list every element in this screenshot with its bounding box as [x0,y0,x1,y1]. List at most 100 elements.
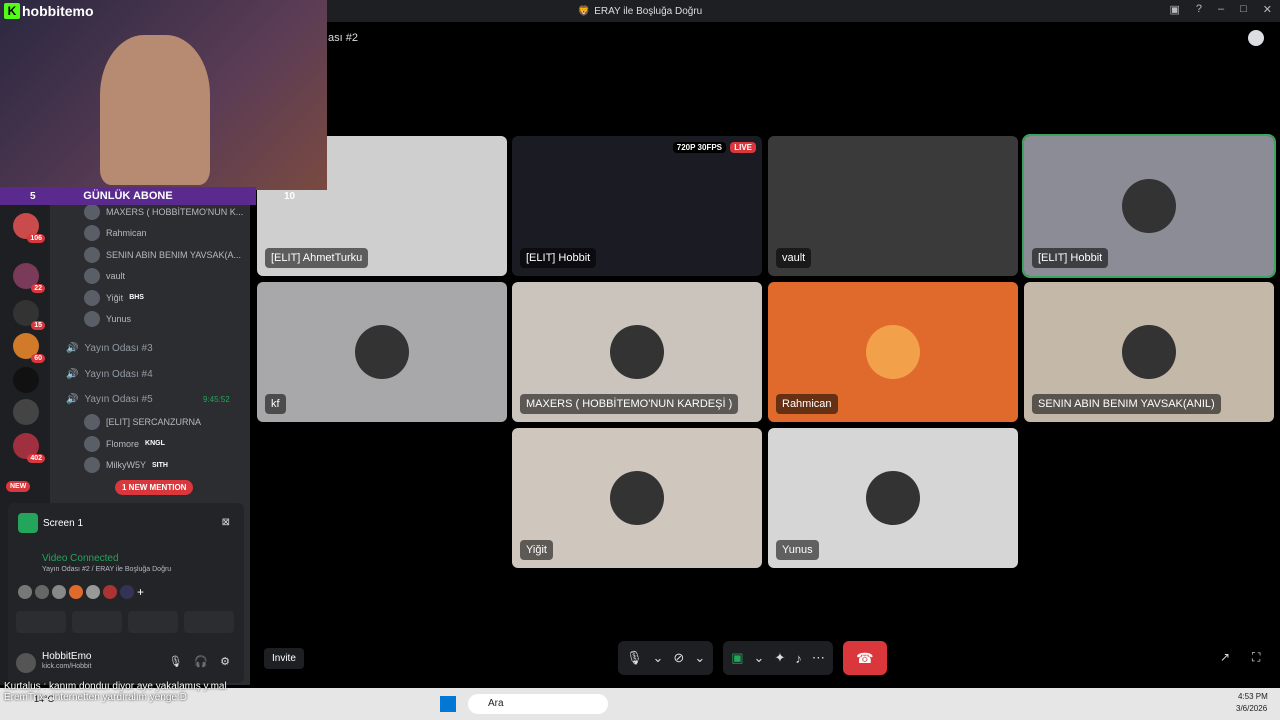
inbox-icon[interactable]: ▣ [1169,3,1179,16]
avatar [610,471,664,525]
video-tile[interactable]: LIVE 720P 30FPS [ELIT] Hobbit [512,136,762,276]
screenshare-button[interactable] [72,611,122,633]
invite-button[interactable]: Invite [264,648,304,669]
tile-name: [ELIT] Hobbit [520,248,597,268]
screen-icon [18,513,38,533]
voice-location[interactable]: Yayın Odası #2 / ERAY ile Boşluğa Doğru [42,566,171,573]
headset-icon[interactable]: 🎧 [194,655,208,668]
avatar[interactable] [35,585,49,599]
server-icon[interactable]: 15 [13,300,45,330]
video-tile[interactable]: Yunus [768,428,1018,568]
avatar[interactable] [18,585,32,599]
close-screen-icon[interactable]: ⊠ [222,517,230,528]
voice-channel[interactable]: 🔊 Yayın Odası #3 [66,343,153,354]
video-tile[interactable]: Yiğit [512,428,762,568]
badge: 402 [27,454,45,463]
chat-icon[interactable] [1248,30,1264,46]
activities-button[interactable] [128,611,178,633]
ticker-line: EremTrix : internetten yardıralım yenge:… [4,692,188,703]
avatar [866,471,920,525]
user-label: Rahmican [106,228,147,239]
webcam-overlay: Khobbitemo [0,0,327,190]
minimize-button[interactable]: – [1218,3,1224,16]
speaker-icon: 🔊 [66,368,79,380]
fullscreen-icon[interactable]: ⛶ [1252,650,1260,665]
voice-channel[interactable]: 🔊 Yayın Odası #4 [66,369,153,380]
brand-logo: Khobbitemo [4,3,94,19]
tile-name: [ELIT] Hobbit [1032,248,1109,268]
voice-user[interactable]: Yunus [84,310,131,328]
voice-user[interactable]: MilkyW5Y SITH [84,456,168,474]
camera-off-icon[interactable]: ⊘ [673,650,684,666]
avatar[interactable] [103,585,117,599]
voice-user[interactable]: [ELIT] SERCANZURNA [84,413,201,431]
room-title: ası #2 [328,32,358,44]
voice-user[interactable]: SENIN ABIN BENIM YAVSAK(A... [84,246,241,264]
avatar[interactable] [52,585,66,599]
badge: 22 [31,284,45,293]
maximize-button[interactable]: □ [1240,3,1247,16]
add-icon[interactable]: + [137,585,144,599]
ticker-line: Kurtalus : kanım donduı diyor aye yakala… [4,681,227,692]
more-icon[interactable]: ⋯ [812,650,825,666]
voice-channel[interactable]: 🔊 Yayın Odası #5 9:45:52 [66,394,230,405]
screenshare-icon[interactable]: ▣ [731,650,743,666]
activities-icon[interactable]: ✦ [774,650,785,666]
user-avatar[interactable] [16,653,36,673]
avatar [84,311,100,327]
chat-ticker: Kurtalus : kanım donduı diyor aye yakala… [4,681,227,703]
chevron-down-icon[interactable]: ⌄ [694,650,705,666]
server-icon[interactable] [13,399,39,425]
voice-user[interactable]: vault [84,267,125,285]
avatar [84,268,100,285]
avatar[interactable] [69,585,83,599]
server-icon[interactable]: 402 [13,433,45,463]
hangup-button[interactable]: ☎ [842,641,887,675]
video-tile[interactable]: MAXERS ( HOBBİTEMO'NUN KARDEŞİ ) [512,282,762,422]
channel-timer: 9:45:52 [203,395,230,404]
chevron-down-icon[interactable]: ⌄ [653,650,664,666]
app-icon: 🦁 [577,5,591,17]
new-badge[interactable]: NEW [6,481,31,492]
tile-name: [ELIT] AhmetTurku [265,248,369,268]
video-tile[interactable]: SENIN ABIN BENIM YAVSAK(ANIL) [1024,282,1274,422]
server-icon[interactable]: 60 [13,333,45,363]
server-icon[interactable] [13,367,39,393]
voice-user[interactable]: Flomore KNGL [84,435,165,453]
mic-icon[interactable]: 🎙 [168,655,182,668]
tile-name: vault [776,248,812,268]
camera-button[interactable] [16,611,66,633]
video-tile[interactable]: kf [257,282,507,422]
soundboard-button[interactable] [184,611,234,633]
video-tile[interactable]: vault [768,136,1018,276]
tile-name: MAXERS ( HOBBİTEMO'NUN KARDEŞİ ) [520,394,739,414]
voice-user[interactable]: Yiğit BHS [84,289,144,307]
voice-user[interactable]: Rahmican [84,224,147,242]
screen-label: Screen 1 [43,518,84,529]
server-icon[interactable]: 22 [13,263,45,293]
video-tile[interactable]: Rahmican [768,282,1018,422]
popout-icon[interactable]: ↗ [1220,650,1230,664]
help-icon[interactable]: ? [1196,3,1202,16]
chevron-down-icon[interactable]: ⌄ [754,650,765,666]
avatar[interactable] [86,585,100,599]
mic-icon[interactable]: 🎙 [626,650,643,666]
user-label: MAXERS ( HOBBİTEMO'NUN K... [106,207,244,217]
server-icon[interactable]: 106 [13,213,45,243]
kick-icon: K [4,3,20,19]
start-icon[interactable] [440,696,456,712]
close-button[interactable]: ✕ [1263,3,1272,16]
badge: 106 [27,234,45,243]
avatar[interactable] [120,585,134,599]
participant-avatars: + [18,585,144,599]
user-label: MilkyW5Y [106,460,146,470]
voice-panel: Screen 1 ⊠ Video Connected Yayın Odası #… [8,503,244,683]
soundboard-icon[interactable]: ♪ [795,651,802,666]
video-tile[interactable]: [ELIT] Hobbit [1022,134,1276,278]
gear-icon[interactable]: ⚙ [220,655,230,668]
channel-label: Yayın Odası #5 [84,394,153,405]
mention-pill[interactable]: 1 NEW MENTION [115,480,194,495]
voice-user[interactable]: MAXERS ( HOBBİTEMO'NUN K... [84,203,243,221]
search-box[interactable]: Ara [468,694,608,714]
sub-label: GÜNLÜK ABONE [83,190,173,202]
